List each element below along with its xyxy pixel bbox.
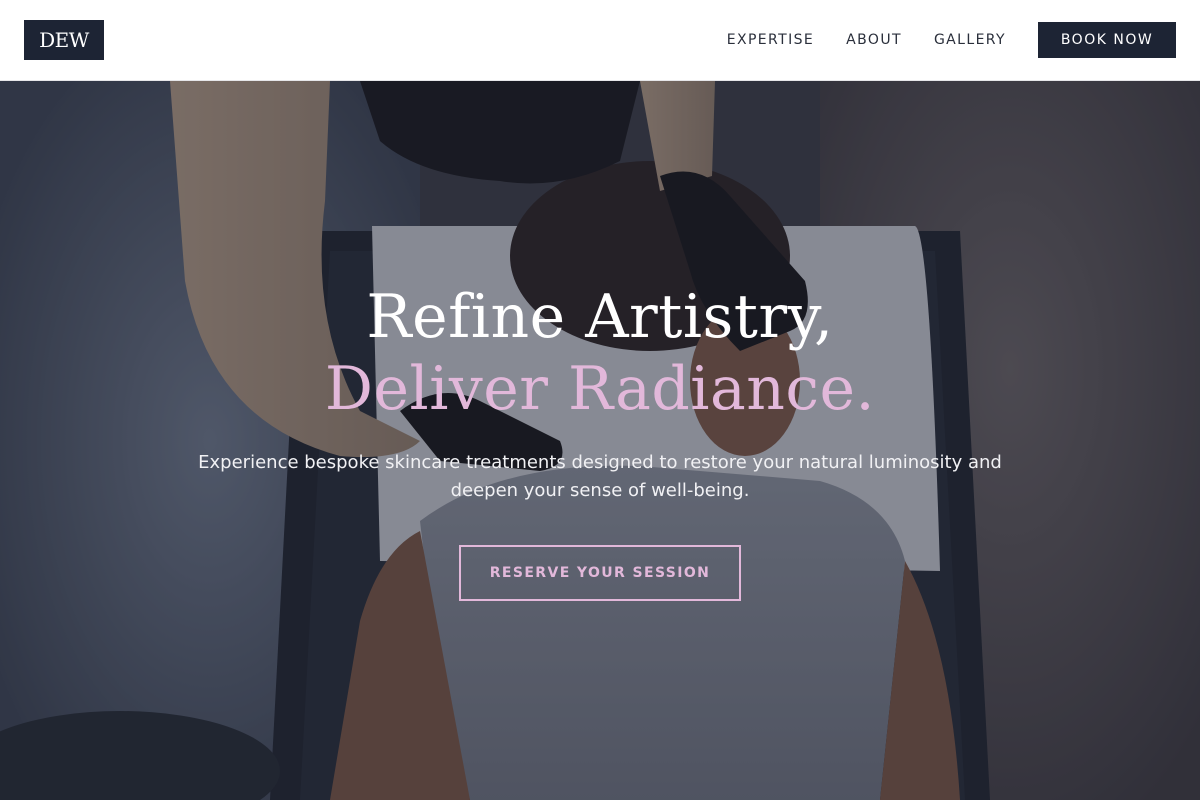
- nav-link-expertise[interactable]: EXPERTISE: [727, 22, 814, 58]
- hero-headline-line-1: Refine Artistry,: [366, 282, 834, 352]
- site-header: DEW EXPERTISE ABOUT GALLERY BOOK NOW: [0, 0, 1200, 81]
- book-now-button[interactable]: BOOK NOW: [1038, 22, 1176, 58]
- nav-link-gallery[interactable]: GALLERY: [934, 22, 1006, 58]
- hero-section: Refine Artistry, Deliver Radiance. Exper…: [0, 81, 1200, 800]
- main-nav: EXPERTISE ABOUT GALLERY BOOK NOW: [727, 22, 1176, 58]
- hero-headline-line-2: Deliver Radiance.: [324, 354, 876, 424]
- hero-content: Refine Artistry, Deliver Radiance. Exper…: [0, 81, 1200, 800]
- reserve-session-button[interactable]: RESERVE YOUR SESSION: [459, 545, 741, 601]
- nav-link-about[interactable]: ABOUT: [846, 22, 902, 58]
- logo[interactable]: DEW: [24, 20, 104, 60]
- hero-subtext: Experience bespoke skincare treatments d…: [198, 452, 1002, 501]
